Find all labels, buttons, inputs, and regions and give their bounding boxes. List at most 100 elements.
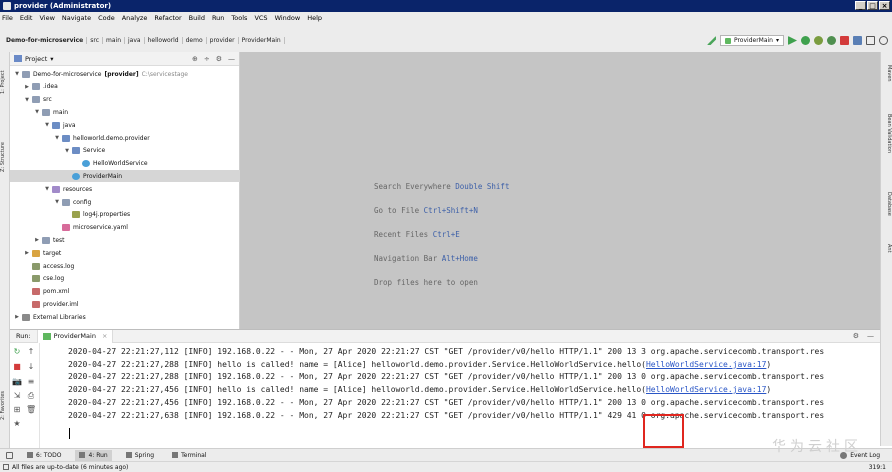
stop-icon[interactable] — [840, 36, 849, 45]
locate-file-icon[interactable]: ⊕ — [192, 55, 198, 63]
menu-tools[interactable]: Tools — [231, 14, 247, 22]
breadcrumb-item[interactable]: Demo-for-microservice — [3, 37, 88, 44]
close-icon[interactable]: × — [102, 332, 107, 340]
stop-icon[interactable]: ■ — [12, 362, 22, 372]
caret-position[interactable]: 319:1 — [869, 464, 886, 471]
menu-help[interactable]: Help — [307, 14, 322, 22]
tab-maven[interactable]: Maven — [880, 58, 892, 88]
console-output[interactable]: 2020-04-27 22:21:27,112 [INFO] 192.168.0… — [68, 346, 880, 448]
menu-run[interactable]: Run — [212, 14, 224, 22]
bottom-tab[interactable]: Terminal — [168, 450, 210, 461]
expand-down-icon[interactable]: ▼ — [24, 97, 30, 103]
expand-down-icon[interactable]: ▼ — [54, 135, 60, 141]
soft-wrap-icon[interactable]: ≡ — [26, 377, 36, 387]
editor-empty-area[interactable]: Search Everywhere Double Shift Go to File… — [240, 52, 880, 329]
bottom-tab[interactable]: 6: TODO — [23, 450, 65, 461]
debug-bug-icon[interactable] — [801, 36, 810, 45]
chevron-down-icon[interactable]: ▾ — [50, 55, 53, 63]
tree-item[interactable]: ▼ resources — [10, 183, 240, 195]
expand-right-icon[interactable]: ▶ — [34, 237, 40, 243]
hide-panel-icon[interactable]: — — [228, 55, 235, 63]
close-window-button[interactable]: × — [879, 1, 890, 10]
breadcrumb-item[interactable]: main — [103, 37, 126, 44]
tree-item[interactable]: log4j.properties — [10, 209, 240, 221]
tree-item[interactable]: ▼ helloworld.demo.provider — [10, 132, 240, 144]
breadcrumb-item[interactable]: demo — [183, 37, 207, 44]
breadcrumb-item[interactable]: java — [125, 37, 145, 44]
tree-item[interactable]: ▼ Service — [10, 145, 240, 157]
print-icon[interactable]: ⎙ — [26, 391, 36, 401]
expand-right-icon[interactable]: ▶ — [14, 314, 20, 320]
tree-item[interactable]: ▶ .idea — [10, 81, 240, 93]
expand-down-icon[interactable]: ▼ — [34, 109, 40, 115]
rerun-icon[interactable] — [788, 36, 797, 45]
tree-item[interactable]: microservice.yaml — [10, 222, 240, 234]
exit-icon[interactable]: ⇲ — [12, 391, 22, 401]
tab-database[interactable]: Database — [880, 184, 892, 224]
expand-down-icon[interactable]: ▼ — [54, 199, 60, 205]
menu-window[interactable]: Window — [275, 14, 301, 22]
menu-refactor[interactable]: Refactor — [154, 14, 181, 22]
profile-icon[interactable] — [827, 36, 836, 45]
tree-item[interactable]: ▼ config — [10, 196, 240, 208]
menu-navigate[interactable]: Navigate — [62, 14, 91, 22]
breadcrumb-item[interactable]: src — [87, 37, 104, 44]
layout-icon[interactable]: ⊞ — [12, 405, 22, 415]
coverage-icon[interactable] — [814, 36, 823, 45]
project-structure-icon[interactable] — [853, 36, 862, 45]
menu-code[interactable]: Code — [98, 14, 115, 22]
source-link[interactable]: HelloWorldService.java:17 — [646, 385, 766, 394]
tree-item[interactable]: provider.iml — [10, 298, 240, 310]
breadcrumb-item[interactable]: helloworld — [145, 37, 183, 44]
trash-icon[interactable]: 🗑 — [26, 405, 36, 415]
tab-ant[interactable]: Ant — [880, 238, 892, 258]
tree-item[interactable]: ▶ test — [10, 234, 240, 246]
tree-item[interactable]: access.log — [10, 260, 240, 272]
tab-structure-tool[interactable]: Z: Structure — [0, 132, 10, 182]
collapse-all-icon[interactable]: ÷ — [204, 55, 210, 63]
build-hammer-icon[interactable] — [706, 36, 716, 45]
status-toggle-icon[interactable] — [3, 464, 9, 470]
expand-down-icon[interactable]: ▼ — [44, 186, 50, 192]
tool-windows-icon[interactable] — [6, 451, 13, 459]
gear-icon[interactable]: ⚙ — [853, 332, 859, 340]
menu-file[interactable]: File — [2, 14, 13, 22]
menu-edit[interactable]: Edit — [20, 14, 33, 22]
tree-item[interactable]: ▶ External Libraries — [10, 311, 240, 323]
minimize-button[interactable]: _ — [855, 1, 866, 10]
camera-icon[interactable]: 📷 — [12, 377, 22, 387]
expand-right-icon[interactable]: ▶ — [24, 84, 30, 90]
menu-analyze[interactable]: Analyze — [122, 14, 148, 22]
run-configuration-selector[interactable]: ProviderMain ▾ — [719, 35, 784, 46]
expand-right-icon[interactable]: ▶ — [24, 250, 30, 256]
menu-build[interactable]: Build — [189, 14, 205, 22]
bottom-tab[interactable]: 4: Run — [75, 449, 112, 461]
tree-item[interactable]: ▼ java — [10, 119, 240, 131]
search-icon[interactable] — [879, 36, 888, 45]
tree-item[interactable]: ▼ Demo-for-microservice [provider] C:\servi… — [10, 68, 240, 80]
tab-project-tool[interactable]: 1: Project — [0, 58, 10, 106]
tree-item[interactable]: cse.log — [10, 273, 240, 285]
scroll-down-icon[interactable]: ↓ — [26, 362, 36, 372]
tree-item[interactable]: ▶ target — [10, 247, 240, 259]
project-panel-title[interactable]: Project — [25, 55, 47, 63]
scroll-up-icon[interactable]: ↑ — [26, 347, 36, 357]
expand-down-icon[interactable]: ▼ — [14, 71, 20, 77]
hide-panel-icon[interactable]: — — [867, 332, 874, 340]
tree-item[interactable]: ▼ src — [10, 94, 240, 106]
tab-bean-validation[interactable]: Bean Validation — [880, 100, 892, 168]
source-link[interactable]: HelloWorldService.java:17 — [646, 360, 766, 369]
star-icon[interactable]: ★ — [12, 419, 22, 429]
menu-vcs[interactable]: VCS — [254, 14, 267, 22]
run-tab-providermain[interactable]: ProviderMain × — [36, 329, 114, 343]
maximize-button[interactable]: □ — [867, 1, 878, 10]
tree-item[interactable]: ▼ main — [10, 106, 240, 118]
expand-down-icon[interactable]: ▼ — [64, 148, 70, 154]
gear-icon[interactable]: ⚙ — [216, 55, 222, 63]
bottom-tab[interactable]: Spring — [122, 450, 158, 461]
rerun-icon[interactable]: ↻ — [12, 347, 22, 357]
menu-view[interactable]: View — [39, 14, 54, 22]
tree-item[interactable]: ProviderMain — [10, 170, 240, 183]
tree-item[interactable]: HelloWorldService — [10, 158, 240, 170]
breadcrumb-item[interactable]: provider — [207, 37, 239, 44]
